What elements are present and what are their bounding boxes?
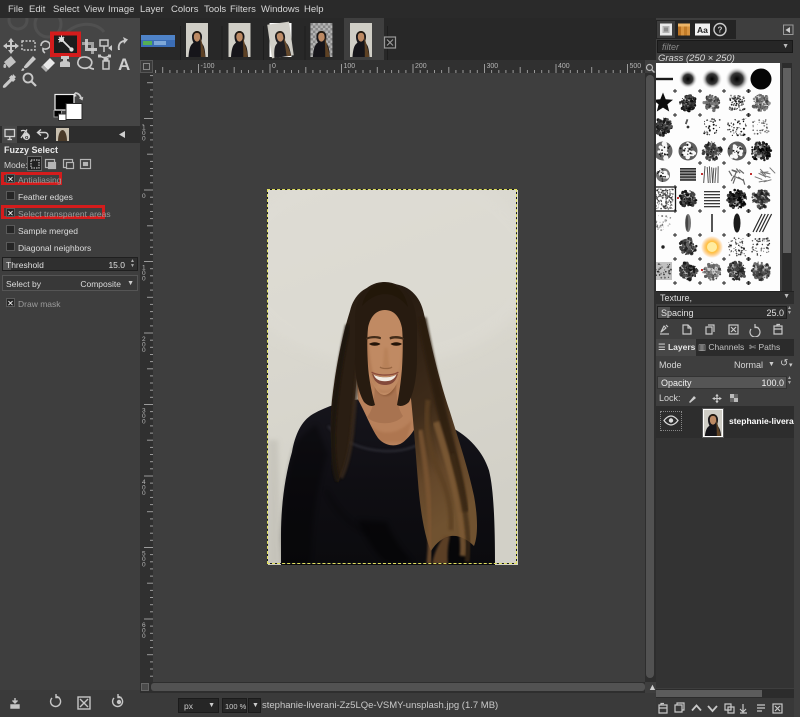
svg-text:0: 0 [142, 347, 146, 354]
svg-text:?: ? [718, 26, 723, 35]
svg-text:A: A [118, 55, 130, 74]
svg-text:0: 0 [272, 63, 276, 70]
svg-text:-100: -100 [201, 63, 215, 70]
svg-text:100: 100 [344, 63, 356, 70]
svg-text:0: 0 [142, 419, 146, 426]
svg-text:200: 200 [415, 63, 427, 70]
svg-text:400: 400 [558, 63, 570, 70]
svg-text:0: 0 [142, 276, 146, 283]
svg-text:500: 500 [630, 63, 642, 70]
svg-text:0: 0 [142, 562, 146, 569]
svg-text:0: 0 [142, 193, 146, 200]
svg-text:0: 0 [142, 490, 146, 497]
svg-text:0: 0 [142, 136, 146, 143]
svg-text:300: 300 [487, 63, 499, 70]
svg-text:Aa: Aa [697, 25, 708, 35]
svg-text:0: 0 [142, 633, 146, 640]
